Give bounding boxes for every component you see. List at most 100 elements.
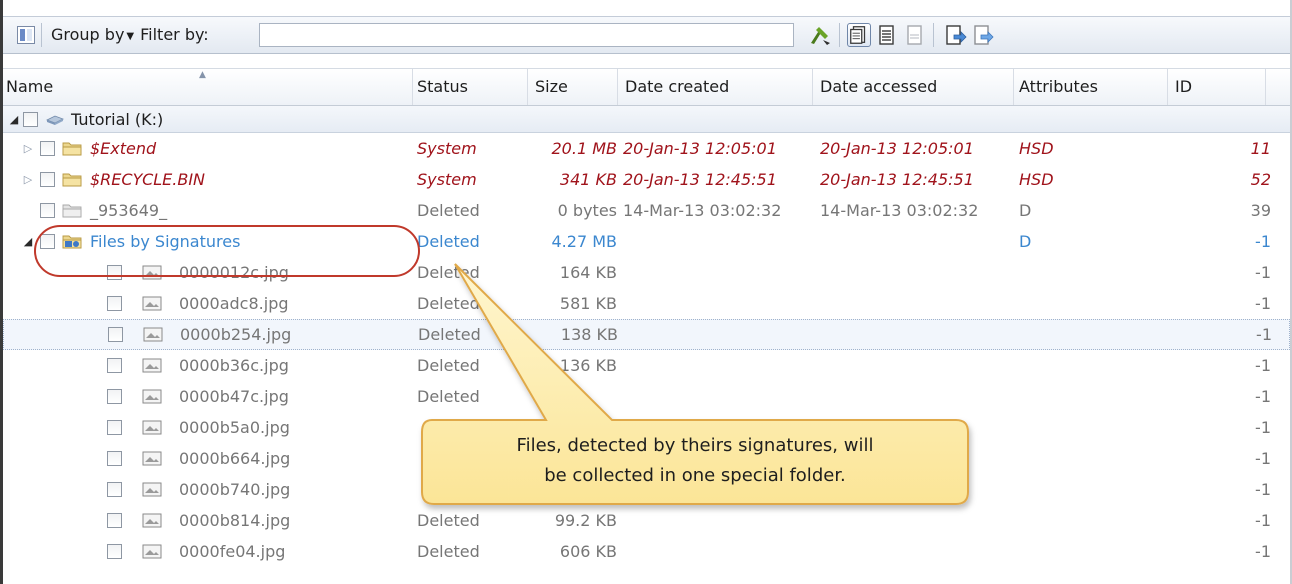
row-attributes: D	[1019, 201, 1032, 220]
image-file-icon	[142, 420, 162, 435]
column-header-attributes[interactable]: Attributes	[1019, 69, 1098, 105]
folder-icon	[62, 173, 82, 187]
column-divider[interactable]	[1265, 69, 1266, 105]
row-date-accessed: 14-Mar-13 03:02:32	[820, 201, 979, 220]
row-checkbox[interactable]	[107, 544, 122, 559]
collapse-arrow-icon[interactable]: ▷	[21, 133, 35, 164]
toolbar: Group by ▼ Filter by:	[3, 16, 1290, 54]
column-header-status[interactable]: Status	[417, 69, 468, 105]
column-header-name[interactable]: Name	[6, 69, 53, 105]
filter-input[interactable]	[259, 23, 794, 47]
row-checkbox[interactable]	[107, 451, 122, 466]
table-row[interactable]: 0000adc8.jpg Deleted 581 KB -1	[3, 288, 1290, 319]
view-details-icon[interactable]	[847, 23, 871, 47]
row-size: 581 KB	[559, 294, 617, 313]
column-header-id[interactable]: ID	[1175, 69, 1192, 105]
column-divider[interactable]	[617, 69, 618, 105]
recover-icon[interactable]	[808, 23, 832, 47]
expand-arrow-icon[interactable]: ◢	[7, 106, 21, 133]
row-date-created: 20-Jan-13 12:05:01	[623, 139, 777, 158]
row-checkbox[interactable]	[23, 112, 38, 127]
row-checkbox[interactable]	[108, 327, 123, 342]
column-divider[interactable]	[412, 69, 413, 105]
filter-label: Filter by:	[140, 25, 209, 44]
callout-line-2: be collected in one special folder.	[544, 465, 846, 486]
row-name: 0000fe04.jpg	[179, 542, 286, 561]
row-checkbox[interactable]	[107, 482, 122, 497]
row-name: _953649_	[90, 201, 168, 220]
row-size: 4.27 MB	[551, 232, 618, 251]
table-row[interactable]: 0000b814.jpg Deleted 99.2 KB -1	[3, 505, 1290, 536]
row-status: Deleted	[417, 201, 480, 220]
row-id: -1	[1255, 511, 1271, 530]
row-date-created: 14-Mar-13 03:02:32	[623, 201, 782, 220]
table-row[interactable]: 0000fe04.jpg Deleted 606 KB -1	[3, 536, 1290, 567]
row-attributes: D	[1019, 232, 1032, 251]
row-size: 136 KB	[559, 356, 617, 375]
row-checkbox[interactable]	[107, 358, 122, 373]
row-id: -1	[1255, 232, 1271, 251]
row-checkbox[interactable]	[107, 296, 122, 311]
file-tree-table: ◢ Tutorial (K:) ▷ $Extend System 20.1 MB…	[3, 106, 1290, 567]
table-row[interactable]: ▷ $RECYCLE.BIN System 341 KB 20-Jan-13 1…	[3, 164, 1290, 195]
row-id: -1	[1255, 449, 1271, 468]
column-divider[interactable]	[1013, 69, 1014, 105]
table-row[interactable]: 0000b36c.jpg Deleted 136 KB -1	[3, 350, 1290, 381]
folder-icon	[62, 204, 82, 218]
row-id: -1	[1255, 263, 1271, 282]
row-checkbox[interactable]	[107, 389, 122, 404]
row-checkbox[interactable]	[107, 420, 122, 435]
row-id: 11	[1250, 139, 1271, 158]
column-header-date-created[interactable]: Date created	[625, 69, 729, 105]
image-file-icon	[142, 389, 162, 404]
export-alt-icon[interactable]	[971, 23, 995, 47]
row-size: 606 KB	[559, 542, 617, 561]
image-file-icon	[142, 451, 162, 466]
view-list-icon[interactable]	[875, 23, 899, 47]
row-id: -1	[1256, 325, 1272, 344]
table-row[interactable]: ▷ $Extend System 20.1 MB 20-Jan-13 12:05…	[3, 133, 1290, 164]
column-divider[interactable]	[1167, 69, 1168, 105]
column-divider[interactable]	[527, 69, 528, 105]
row-status: System	[417, 139, 477, 158]
row-checkbox[interactable]	[40, 141, 55, 156]
row-id: -1	[1255, 542, 1271, 561]
row-id: -1	[1255, 480, 1271, 499]
row-name: 0000b36c.jpg	[179, 356, 289, 375]
row-size: 341 KB	[559, 170, 617, 189]
row-status: Deleted	[417, 511, 480, 530]
row-date-accessed: 20-Jan-13 12:45:51	[820, 170, 974, 189]
row-size: 138 KB	[560, 325, 618, 344]
row-id: -1	[1255, 418, 1271, 437]
row-name: 0000b5a0.jpg	[179, 418, 290, 437]
window-left-border	[0, 0, 3, 584]
table-row[interactable]: _953649_ Deleted 0 bytes 14-Mar-13 03:02…	[3, 195, 1290, 226]
row-size: 20.1 MB	[551, 139, 618, 158]
column-header-size[interactable]: Size	[535, 69, 568, 105]
table-row-root-drive[interactable]: ◢ Tutorial (K:)	[3, 106, 1290, 133]
row-name: Tutorial (K:)	[71, 110, 164, 129]
image-file-icon	[143, 327, 163, 342]
row-checkbox[interactable]	[107, 513, 122, 528]
row-checkbox[interactable]	[40, 203, 55, 218]
drive-icon	[46, 115, 64, 125]
row-checkbox[interactable]	[40, 172, 55, 187]
panel-toggle-icon[interactable]	[17, 26, 35, 44]
view-plain-icon[interactable]	[903, 23, 927, 47]
image-file-icon	[142, 482, 162, 497]
row-name: $RECYCLE.BIN	[90, 170, 206, 189]
collapse-arrow-icon[interactable]: ▷	[21, 164, 35, 195]
export-icon[interactable]	[943, 23, 967, 47]
row-status: Deleted	[417, 294, 480, 313]
callout-text: Files, detected by theirs signatures, wi…	[430, 431, 960, 495]
row-id: 52	[1250, 170, 1271, 189]
folder-icon	[62, 142, 82, 156]
expand-arrow-icon[interactable]: ◢	[21, 226, 35, 257]
row-name: 0000b740.jpg	[179, 480, 291, 499]
column-header-date-accessed[interactable]: Date accessed	[820, 69, 937, 105]
table-row[interactable]: 0000b47c.jpg Deleted -1	[3, 381, 1290, 412]
table-row-hovered[interactable]: 0000b254.jpg Deleted 138 KB -1	[3, 319, 1290, 350]
sort-ascending-icon: ▲	[199, 70, 206, 80]
column-divider[interactable]	[812, 69, 813, 105]
group-by-menu[interactable]: Group by ▼ Filter by:	[51, 25, 209, 44]
